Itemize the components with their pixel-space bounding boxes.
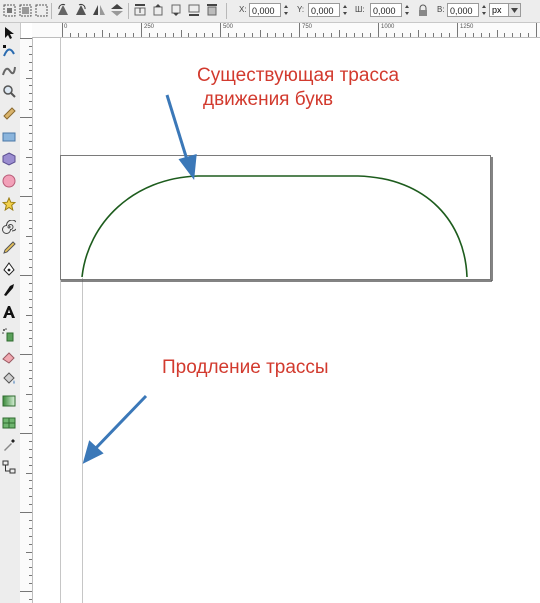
connector-tool-icon[interactable] [1,459,17,475]
rotate-ccw-icon[interactable] [56,3,70,17]
unit-value: px [492,5,502,15]
canvas-artwork [60,38,493,603]
flip-horizontal-icon[interactable] [92,3,106,17]
vertical-ruler[interactable] [20,38,33,603]
height-label: В: [437,5,445,14]
star-tool-icon[interactable] [1,196,17,212]
spray-tool-icon[interactable] [1,327,17,343]
pencil-tool-icon[interactable] [1,240,17,256]
arrow-to-path-shaft [165,94,190,164]
chevron-down-icon [508,4,520,16]
ruler-ticks [20,38,32,600]
ruler-label: 1250 [460,24,474,30]
width-spinner[interactable] [403,3,410,17]
zoom-tool-icon[interactable] [1,83,17,99]
measure-tool-icon[interactable] [1,105,17,121]
width-label: Ш: [355,5,365,14]
node-tool-icon[interactable] [1,43,17,59]
annotation-existing-path-line2: движения букв [203,89,334,110]
align-icon[interactable] [205,3,219,17]
flip-vertical-icon[interactable] [110,3,124,17]
ruler-label: 750 [302,24,313,30]
ruler-label: 1000 [381,24,395,30]
text-tool-icon[interactable] [1,304,17,320]
ruler-label: 250 [144,24,155,30]
y-input[interactable]: 0,000 [308,3,340,17]
y-label: Y: [297,5,305,14]
deselect-icon[interactable] [34,3,48,17]
x-spinner[interactable] [282,3,289,17]
x-input[interactable]: 0,000 [249,3,281,17]
height-spinner[interactable] [480,3,487,17]
gradient-tool-icon[interactable] [1,393,17,409]
raise-icon[interactable] [151,3,165,17]
drawing-canvas[interactable]: Существующая трасса движения букв Продле… [33,38,540,603]
horizontal-ruler[interactable]: 0 250 500 750 1000 1250 [32,23,540,38]
dropper-tool-icon[interactable] [1,437,17,453]
tweak-tool-icon[interactable] [1,62,17,78]
pen-tool-icon[interactable] [1,261,17,277]
ruler-label: 500 [223,24,234,30]
mesh-tool-icon[interactable] [1,415,17,431]
annotation-extension: Продление трассы [162,357,329,378]
selector-tool-icon[interactable] [1,25,17,41]
calligraphy-tool-icon[interactable] [1,282,17,298]
annotation-existing-path-line1: Существующая трасса [197,65,400,86]
select-all-icon[interactable] [2,3,16,17]
rotate-cw-icon[interactable] [74,3,88,17]
select-all-layers-icon[interactable] [18,3,32,17]
unit-select[interactable]: px [489,3,521,17]
y-spinner[interactable] [341,3,348,17]
x-label: X: [239,5,247,14]
raise-to-top-icon[interactable] [133,3,147,17]
rectangle-tool-icon[interactable] [1,129,17,145]
text-path-curve [81,175,468,278]
path-bounding-box [60,155,491,280]
toolbox [0,23,21,603]
lock-ratio-icon[interactable] [416,3,430,17]
arrow-to-extension-shaft [92,394,148,452]
3d-box-tool-icon[interactable] [1,151,17,167]
height-input[interactable]: 0,000 [447,3,479,17]
ruler-label: 0 [64,24,68,30]
arrow-to-path-head [178,153,197,180]
ellipse-tool-icon[interactable] [1,173,17,189]
paint-bucket-tool-icon[interactable] [1,371,17,387]
eraser-tool-icon[interactable] [1,349,17,365]
lower-to-bottom-icon[interactable] [187,3,201,17]
spiral-tool-icon[interactable] [1,219,17,235]
width-input[interactable]: 0,000 [370,3,402,17]
tool-controls-bar: X: 0,000 Y: 0,000 Ш: 0,000 В: 0,000 px [0,0,540,23]
lower-icon[interactable] [169,3,183,17]
